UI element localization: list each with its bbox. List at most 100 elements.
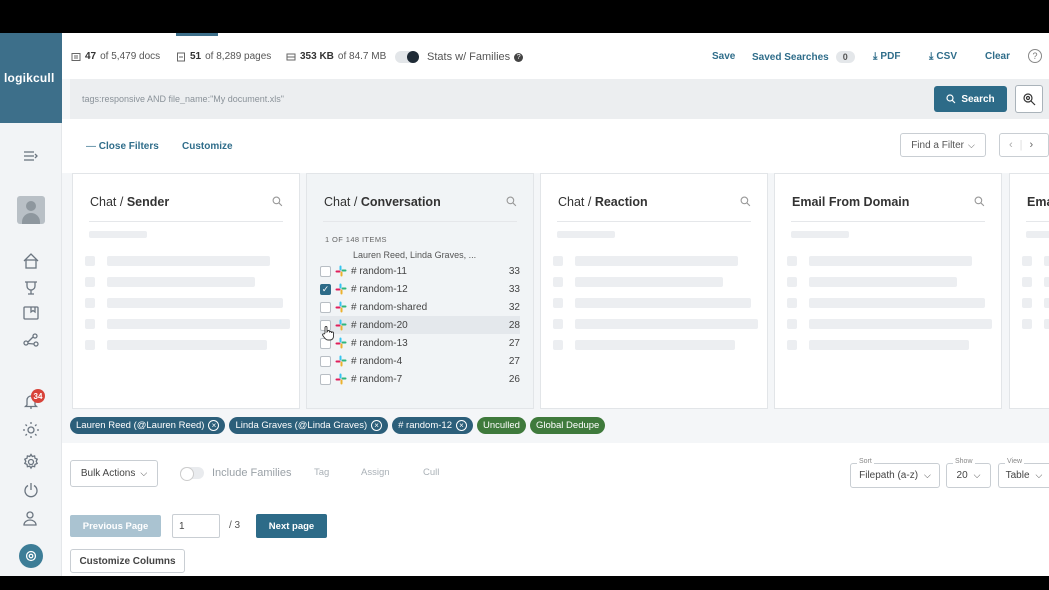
tag-button[interactable]: Tag bbox=[314, 467, 329, 478]
list-item[interactable]: # random-4 27 bbox=[320, 352, 520, 370]
list-item[interactable]: # random-shared 32 bbox=[320, 298, 520, 316]
checkbox[interactable] bbox=[320, 265, 331, 277]
advanced-search-icon[interactable] bbox=[1015, 85, 1043, 113]
search-input[interactable] bbox=[70, 79, 920, 119]
customize-columns-button[interactable]: Customize Columns bbox=[70, 549, 185, 573]
filter-chip[interactable]: # random-12 × bbox=[392, 417, 473, 434]
search-icon bbox=[946, 94, 956, 104]
skeleton-line bbox=[107, 277, 255, 287]
settings-gear-icon[interactable] bbox=[21, 452, 41, 472]
saved-searches-button[interactable]: Saved Searches 0 bbox=[752, 51, 855, 63]
save-button[interactable]: Save bbox=[712, 51, 735, 62]
lightbulb-icon[interactable] bbox=[21, 420, 41, 440]
skeleton-box bbox=[85, 340, 95, 350]
checkbox[interactable] bbox=[320, 301, 331, 313]
items-count: 1 OF 148 ITEMS bbox=[325, 235, 387, 244]
skeleton-line bbox=[1044, 319, 1049, 329]
conversation-name: # random-shared bbox=[351, 301, 428, 313]
skeleton-box bbox=[85, 277, 95, 287]
conversation-count: 27 bbox=[508, 355, 520, 367]
find-filter-dropdown[interactable]: Find a Filter ⌵ bbox=[900, 133, 986, 157]
skeleton-box bbox=[85, 319, 95, 329]
user-settings-icon[interactable] bbox=[21, 508, 41, 528]
chevron-down-icon: ⌵ bbox=[967, 139, 975, 150]
close-filters-button[interactable]: — Close Filters bbox=[86, 141, 159, 152]
chevron-left-icon[interactable]: ‹ bbox=[1009, 139, 1013, 151]
divider bbox=[323, 221, 517, 222]
filter-panel-email-cut: Ema bbox=[1009, 173, 1049, 409]
search-icon[interactable] bbox=[740, 196, 751, 207]
search-icon[interactable] bbox=[506, 196, 517, 207]
list-item[interactable]: ✓ # random-12 33 bbox=[320, 280, 520, 298]
avatar[interactable] bbox=[17, 196, 45, 224]
home-icon[interactable] bbox=[21, 251, 41, 271]
pdf-button[interactable]: ⤓ PDF bbox=[873, 51, 900, 62]
info-icon[interactable]: ? bbox=[514, 52, 524, 62]
list-item[interactable]: # random-13 27 bbox=[320, 334, 520, 352]
search-icon[interactable] bbox=[974, 196, 985, 207]
search-row: Search bbox=[70, 79, 1049, 119]
logo-area[interactable]: logikcull bbox=[0, 33, 62, 123]
download-icon: ⤓ bbox=[929, 51, 934, 62]
clear-button[interactable]: Clear bbox=[985, 51, 1010, 62]
filter-chip[interactable]: Linda Graves (@Linda Graves) × bbox=[229, 417, 389, 434]
size-suffix: of 84.7 MB bbox=[337, 51, 387, 62]
families-toggle[interactable] bbox=[395, 51, 419, 63]
bulk-actions-dropdown[interactable]: Bulk Actions ⌵ bbox=[70, 460, 158, 487]
conversation-count: 33 bbox=[508, 265, 520, 277]
help-icon[interactable]: ? bbox=[1028, 49, 1042, 63]
csv-button[interactable]: ⤓ CSV bbox=[929, 51, 957, 62]
conversation-count: 33 bbox=[508, 283, 520, 295]
chevron-right-icon[interactable]: › bbox=[1030, 139, 1034, 151]
next-page-button[interactable]: Next page bbox=[256, 514, 327, 538]
divider: | bbox=[1019, 139, 1023, 151]
previous-page-button[interactable]: Previous Page bbox=[70, 515, 161, 537]
power-icon[interactable] bbox=[21, 480, 41, 500]
size-stat: 353 KB of 84.7 MB bbox=[286, 51, 386, 62]
notifications-badge: 34 bbox=[31, 389, 45, 403]
search-button[interactable]: Search bbox=[934, 86, 1007, 112]
close-icon[interactable]: × bbox=[371, 420, 383, 431]
filter-chip-label: Unculled bbox=[482, 420, 520, 431]
checkbox[interactable] bbox=[320, 355, 331, 367]
main-area: 47 of 5,479 docs 51 of 8,289 pages 353 K… bbox=[62, 33, 1049, 576]
sort-dropdown[interactable]: Sort Filepath (a-z) ⌵ bbox=[850, 458, 940, 488]
stats-bar: 47 of 5,479 docs 51 of 8,289 pages 353 K… bbox=[62, 33, 1049, 79]
filter-chip[interactable]: Global Dedupe bbox=[529, 417, 606, 434]
filter-pager[interactable]: ‹ | › bbox=[999, 133, 1049, 157]
checkbox[interactable] bbox=[320, 373, 331, 385]
slack-icon bbox=[335, 301, 347, 313]
upload-icon[interactable] bbox=[21, 277, 41, 297]
slack-icon bbox=[335, 373, 347, 385]
list-item[interactable]: # random-7 26 bbox=[320, 370, 520, 388]
conversation-count: 32 bbox=[508, 301, 520, 313]
support-icon[interactable] bbox=[19, 544, 43, 568]
show-dropdown[interactable]: Show 20 ⌵ bbox=[946, 458, 991, 488]
review-icon[interactable] bbox=[21, 303, 41, 323]
skeleton-line bbox=[1044, 256, 1049, 266]
skeleton-box bbox=[787, 319, 797, 329]
view-dropdown[interactable]: View Table ⌵ bbox=[998, 458, 1049, 488]
skeleton-line bbox=[1026, 231, 1049, 238]
cull-button[interactable]: Cull bbox=[423, 467, 439, 478]
list-item[interactable]: # random-20 28 bbox=[320, 316, 520, 334]
share-icon[interactable] bbox=[21, 330, 41, 350]
close-icon[interactable]: × bbox=[208, 420, 220, 431]
expand-menu-icon[interactable] bbox=[21, 146, 41, 166]
checkbox[interactable]: ✓ bbox=[320, 283, 331, 295]
filter-chip[interactable]: Unculled bbox=[476, 417, 526, 434]
skeleton-box bbox=[553, 298, 563, 308]
page-number-input[interactable] bbox=[172, 514, 220, 538]
panel-title: Chat / Sender bbox=[90, 195, 170, 209]
assign-button[interactable]: Assign bbox=[361, 467, 390, 478]
search-icon[interactable] bbox=[272, 196, 283, 207]
include-families-toggle[interactable] bbox=[180, 467, 204, 481]
customize-button[interactable]: Customize bbox=[182, 141, 233, 152]
skeleton-line bbox=[809, 319, 992, 329]
chevron-down-icon: ⌵ bbox=[140, 468, 148, 478]
close-icon[interactable]: × bbox=[455, 420, 467, 431]
filter-chip[interactable]: Lauren Reed (@Lauren Reed) × bbox=[70, 417, 226, 434]
skeleton-line bbox=[557, 231, 615, 238]
list-item[interactable]: # random-11 33 bbox=[320, 262, 520, 280]
bulk-actions-label: Bulk Actions bbox=[80, 468, 136, 479]
